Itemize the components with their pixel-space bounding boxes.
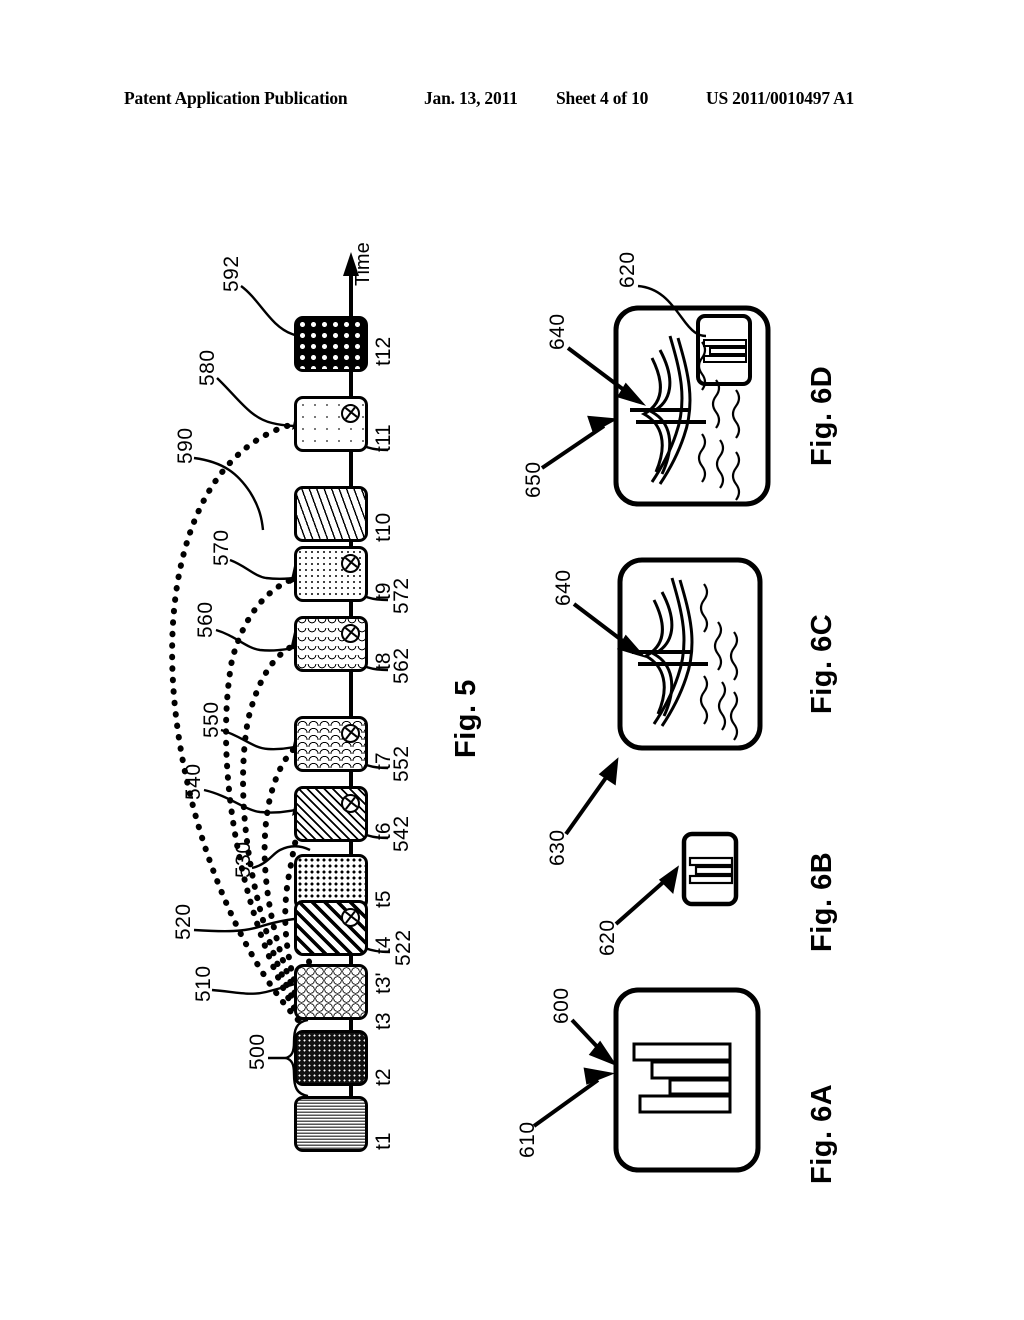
badge-icon-t8 (341, 624, 360, 643)
tick-label-t11: t11 (372, 424, 395, 452)
ref-620-fig6b: 620 (596, 919, 619, 956)
figure-5: 592 580 590 570 560 550 540 530 520 510 … (120, 230, 540, 1152)
ref-600-fig6a: 600 (550, 987, 573, 1024)
patent-number: US 2011/0010497 A1 (706, 88, 855, 108)
tick-label-t6: t6 (372, 822, 395, 840)
ref-620-fig6d: 620 (616, 251, 639, 288)
ref-530: 530 (232, 841, 255, 878)
figure-6d-caption: Fig. 6D (806, 365, 838, 466)
tile-t4 (294, 900, 368, 956)
figure-6a-caption: Fig. 6A (806, 1083, 838, 1184)
tick-label-t4: t4 (372, 936, 395, 954)
ref-630-fig6c: 630 (546, 829, 569, 866)
sheet-number: Sheet 4 of 10 (556, 88, 649, 108)
figure-6b-caption: Fig. 6B (806, 851, 838, 952)
badge-icon-t11 (341, 404, 360, 423)
ref-570: 570 (210, 529, 233, 566)
tile-t2 (294, 1030, 368, 1086)
ref-510: 510 (192, 965, 215, 1002)
ref-560: 560 (194, 601, 217, 638)
figure-6c-caption: Fig. 6C (806, 613, 838, 714)
figure-5-caption: Fig. 5 (450, 679, 482, 758)
tick-label-t1: t1 (372, 1132, 395, 1150)
ref-610-fig6a: 610 (516, 1121, 539, 1158)
tick-label-t8: t8 (372, 652, 395, 670)
fig6b-arrow-620 (614, 865, 679, 926)
fig6b-bars (688, 856, 734, 885)
ref-500: 500 (246, 1033, 269, 1070)
ref-640-fig6c: 640 (552, 569, 575, 606)
tile-t11 (294, 396, 368, 452)
badge-icon-t9 (341, 554, 360, 573)
tile-t10 (294, 486, 368, 542)
ref-592: 592 (220, 255, 243, 292)
fig6a-arrows (532, 1018, 618, 1128)
tick-label-t12: t12 (372, 336, 395, 366)
tile-t7 (294, 716, 368, 772)
page-header: Patent Application Publication Jan. 13, … (0, 88, 1024, 120)
ref-650-fig6d: 650 (522, 461, 545, 498)
tile-t12 (294, 316, 368, 372)
ref-540: 540 (182, 763, 205, 800)
tile-t1 (294, 1096, 368, 1152)
tile-t9 (294, 546, 368, 602)
ref-550: 550 (200, 701, 223, 738)
tick-label-t3: t3 (372, 1012, 395, 1030)
tile-t8 (294, 616, 368, 672)
ref-590: 590 (174, 427, 197, 464)
ref-640-fig6d: 640 (546, 313, 569, 350)
badge-icon-t4 (341, 908, 360, 927)
publication-date: Jan. 13, 2011 (424, 88, 518, 108)
tile-t6 (294, 786, 368, 842)
time-axis-label: Time (352, 242, 374, 286)
tick-label-t9: t9 (372, 582, 395, 600)
ref-580: 580 (196, 349, 219, 386)
ref-520: 520 (172, 903, 195, 940)
tick-label-t3prime: t3' (372, 972, 395, 994)
tick-label-t2: t2 (372, 1068, 395, 1086)
tick-label-t5: t5 (372, 890, 395, 908)
tick-label-t7: t7 (372, 752, 395, 770)
publication-title: Patent Application Publication (124, 88, 348, 108)
badge-icon-t7 (341, 724, 360, 743)
tile-t3 (294, 964, 368, 1020)
fig6c-arrow-630 (564, 757, 619, 836)
figure-6-drawing (532, 284, 771, 1173)
tick-label-t10: t10 (372, 512, 395, 542)
badge-icon-t6 (341, 794, 360, 813)
figure-6-group: 620 640 650 640 630 620 600 610 Fig. 6D … (516, 230, 900, 1184)
